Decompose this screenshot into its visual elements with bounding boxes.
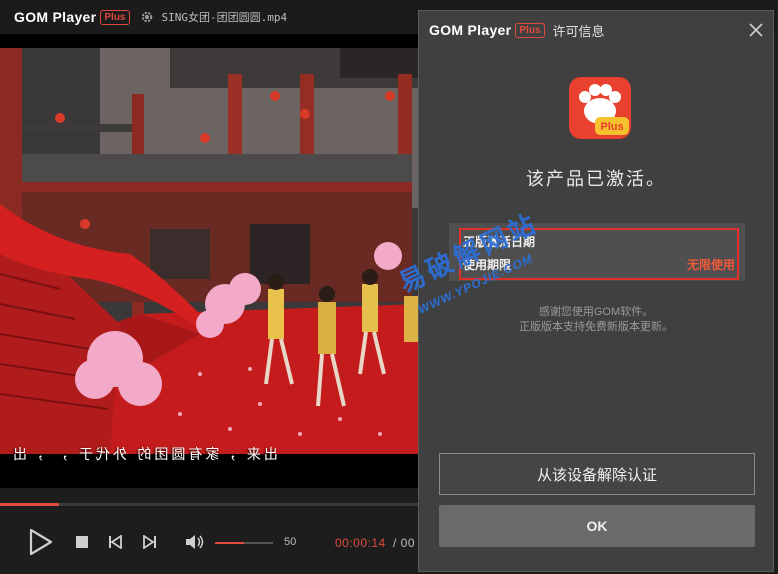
volume-slider[interactable] bbox=[215, 542, 273, 544]
seek-bar[interactable] bbox=[0, 503, 418, 506]
deauthorize-button[interactable]: 从该设备解除认证 bbox=[439, 453, 755, 495]
gom-logo: GOM Player Plus bbox=[14, 9, 130, 25]
gom-app-icon: Plus bbox=[569, 77, 631, 139]
plus-badge: Plus bbox=[100, 9, 130, 25]
usage-period-value: 无限使用 bbox=[686, 258, 735, 272]
dialog-title: 许可信息 bbox=[552, 23, 605, 39]
paw-icon: Plus bbox=[579, 84, 629, 135]
video-frame[interactable]: 出来 ，家有圆团的 外代于 ， ，出 bbox=[0, 34, 418, 488]
previous-icon[interactable] bbox=[108, 535, 122, 549]
file-name: SING女团-团团圆圆.mp4 bbox=[161, 11, 288, 24]
seek-bar-fill bbox=[0, 503, 59, 506]
video-scene bbox=[0, 34, 418, 488]
control-bar: 50 00:00:14 / 00 bbox=[0, 510, 418, 574]
volume-icon[interactable] bbox=[185, 534, 205, 550]
close-icon[interactable] bbox=[747, 21, 765, 39]
gom-logo: GOM Player Plus bbox=[429, 22, 545, 38]
current-time: 00:00:14 bbox=[335, 536, 386, 550]
next-icon[interactable] bbox=[143, 535, 157, 549]
brand-name: GOM Player bbox=[14, 9, 97, 25]
total-time: / 00 bbox=[393, 536, 416, 550]
icon-plus-label: Plus bbox=[600, 121, 623, 133]
volume-value: 50 bbox=[284, 536, 297, 548]
gear-icon[interactable] bbox=[140, 10, 154, 24]
ok-button[interactable]: OK bbox=[439, 505, 755, 547]
thanks-line-2: 正版版本支持免费新版本更新。 bbox=[519, 321, 673, 333]
volume-slider-fill bbox=[215, 542, 244, 544]
stop-icon[interactable] bbox=[76, 536, 88, 548]
license-dialog: GOM Player Plus 许可信息 Plus 该产品已激活。 正版激活日期… bbox=[394, 10, 774, 572]
brand-name: GOM Player bbox=[429, 22, 512, 38]
license-info-panel: 正版激活日期 使用期限 无限使用 易破解网站 WWW.YPOJIE.COM bbox=[394, 208, 745, 317]
plus-badge: Plus bbox=[515, 22, 545, 38]
play-icon[interactable] bbox=[28, 528, 54, 556]
dialog-title-bar: GOM Player Plus 许可信息 bbox=[419, 11, 773, 49]
video-subtitle: 出来 ，家有圆团的 外代于 ， ，出 bbox=[10, 447, 278, 463]
activation-status: 该产品已激活。 bbox=[526, 169, 666, 189]
thanks-line-1: 感谢您使用GOM软件。 bbox=[538, 306, 654, 318]
